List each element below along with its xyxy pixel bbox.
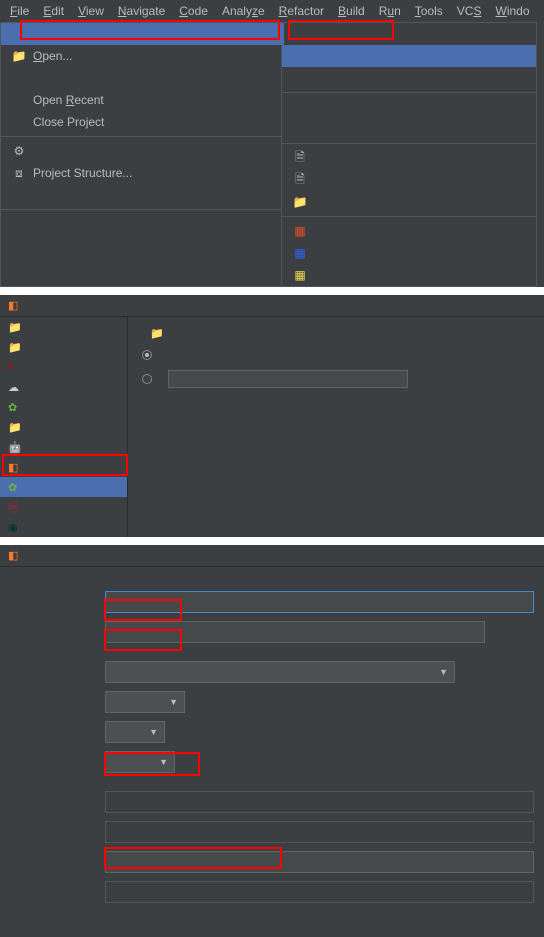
section-title — [0, 567, 544, 587]
menu-item-close-project[interactable]: Close Project — [1, 111, 284, 133]
menu-item-module-existing[interactable] — [282, 118, 536, 140]
menu-item-stylesheet[interactable]: ▦ — [282, 242, 536, 264]
menu-edit[interactable]: Edit — [37, 2, 70, 20]
menu-build[interactable]: Build — [332, 2, 371, 20]
menu-file[interactable]: File — [4, 2, 35, 20]
javafx-icon: 📁 — [8, 421, 22, 434]
list-item-gradle[interactable]: ◉ — [0, 517, 127, 537]
list-item-java[interactable]: 📁 — [0, 317, 127, 337]
list-item-intellij-plugin[interactable]: ◧ — [0, 457, 127, 477]
structure-icon: ⧈ — [11, 166, 27, 181]
menubar: File Edit View Navigate Code Analyze Ref… — [0, 0, 544, 22]
gradle-icon: ◉ — [8, 521, 18, 534]
menu-analyze[interactable]: Analyze — [216, 2, 271, 20]
right-panel: 📁 — [128, 317, 544, 537]
menu-window[interactable]: Windo — [489, 2, 535, 20]
description-input[interactable] — [105, 851, 534, 873]
android-icon: 🤖 — [8, 441, 22, 454]
list-item-android[interactable]: 🤖 — [0, 437, 127, 457]
menu-navigate[interactable]: Navigate — [112, 2, 171, 20]
spring-icon: ✿ — [8, 401, 17, 414]
new-project-dialog-1: ◧ 📁 📁 ◐ ☁ ✿ 📁 🤖 ◧ ✿ ⓜ ◉ 📁 — [0, 295, 544, 537]
menu-item-open-url[interactable] — [1, 67, 284, 89]
new-dropdown: 🗎 🗎 📁 ▦ ▦ ▦ — [281, 22, 537, 287]
file-dropdown: 📁 Open... Open Recent Close Project ⚙ ⧈P… — [0, 22, 285, 287]
packaging-select[interactable]: ▼ — [105, 721, 165, 743]
package-value — [105, 881, 534, 903]
list-item-spring[interactable]: ✿ — [0, 397, 127, 417]
java-ee-icon: 📁 — [8, 341, 22, 354]
menu-item-open[interactable]: 📁 Open... — [1, 45, 284, 67]
menu-refactor[interactable]: Refactor — [273, 2, 330, 20]
radio-custom[interactable] — [142, 374, 152, 384]
folder-icon: 📁 — [11, 49, 27, 63]
folder-icon: 📁 — [292, 195, 308, 209]
menu-item-html[interactable]: ▦ — [282, 220, 536, 242]
chevron-down-icon: ▼ — [159, 757, 168, 767]
menu-item-import-settings[interactable] — [1, 213, 284, 235]
java-icon: 📁 — [8, 321, 22, 334]
new-project-dialog-2: ◧ ▼ ▼ ▼ ▼ — [0, 545, 544, 937]
menu-item-export-settings[interactable] — [1, 235, 284, 257]
menu-item-open-recent[interactable]: Open Recent — [1, 89, 284, 111]
chevron-down-icon: ▼ — [149, 727, 158, 737]
list-item-maven[interactable]: ⓜ — [0, 497, 127, 517]
list-item-java-ee[interactable]: 📁 — [0, 337, 127, 357]
app-icon: ◧ — [8, 549, 18, 562]
menu-item-scratch[interactable]: 🗎 — [282, 169, 536, 191]
language-select[interactable]: ▼ — [105, 691, 185, 713]
list-item-jboss[interactable]: ◐ — [0, 357, 127, 377]
menu-vcs[interactable]: VCS — [451, 2, 488, 20]
css-icon: ▦ — [292, 246, 308, 260]
js-icon: ▦ — [292, 268, 308, 282]
menu-item-other-settings[interactable] — [1, 184, 284, 206]
jboss-icon: ◐ — [8, 361, 15, 373]
menu-code[interactable]: Code — [173, 2, 214, 20]
menu-item-module[interactable] — [282, 96, 536, 118]
cloud-icon: ☁ — [8, 381, 19, 394]
artifact-input[interactable] — [105, 621, 485, 643]
menu-screenshot: File Edit View Navigate Code Analyze Ref… — [0, 0, 544, 287]
radio-default[interactable] — [142, 350, 152, 360]
file-icon: 🗎 — [292, 148, 308, 169]
menu-item-settings-repo[interactable] — [1, 257, 284, 279]
menu-run[interactable]: Run — [373, 2, 407, 20]
type-select[interactable]: ▼ — [105, 661, 455, 683]
dialog-title: ◧ — [0, 295, 544, 317]
gear-icon: ⚙ — [11, 144, 27, 158]
list-item-spring-initializr[interactable]: ✿ — [0, 477, 127, 497]
chevron-down-icon: ▼ — [439, 667, 448, 677]
javaversion-select[interactable]: ▼ — [105, 751, 175, 773]
dialog-title-2: ◧ — [0, 545, 544, 567]
menu-tools[interactable]: Tools — [409, 2, 449, 20]
menu-view[interactable]: View — [72, 2, 110, 20]
chevron-down-icon: ▼ — [169, 697, 178, 707]
name-value — [105, 821, 534, 843]
scratch-icon: 🗎 — [292, 170, 308, 191]
list-item-javafx[interactable]: 📁 — [0, 417, 127, 437]
group-input[interactable] — [105, 591, 534, 613]
spring-icon: ✿ — [8, 481, 17, 494]
custom-url-input[interactable] — [168, 370, 408, 388]
folder-icon: 📁 — [150, 327, 164, 340]
menu-item-project[interactable] — [282, 23, 536, 45]
menu-item-file[interactable]: 🗎 — [282, 147, 536, 169]
app-icon: ◧ — [8, 299, 18, 312]
project-type-list: 📁 📁 ◐ ☁ ✿ 📁 🤖 ◧ ✿ ⓜ ◉ — [0, 317, 128, 537]
version-value — [105, 791, 534, 813]
menu-item-from-vcs[interactable] — [282, 67, 536, 89]
menu-item-settings[interactable]: ⚙ — [1, 140, 284, 162]
menu-item-js[interactable]: ▦ — [282, 264, 536, 286]
menu-item-new[interactable] — [1, 23, 284, 45]
plugin-icon: ◧ — [8, 461, 18, 474]
menu-item-directory[interactable]: 📁 — [282, 191, 536, 213]
menu-item-from-existing[interactable] — [282, 45, 536, 67]
menu-item-project-structure[interactable]: ⧈Project Structure... — [1, 162, 284, 184]
html-icon: ▦ — [292, 224, 308, 238]
list-item-clouds[interactable]: ☁ — [0, 377, 127, 397]
maven-icon: ⓜ — [8, 499, 19, 515]
